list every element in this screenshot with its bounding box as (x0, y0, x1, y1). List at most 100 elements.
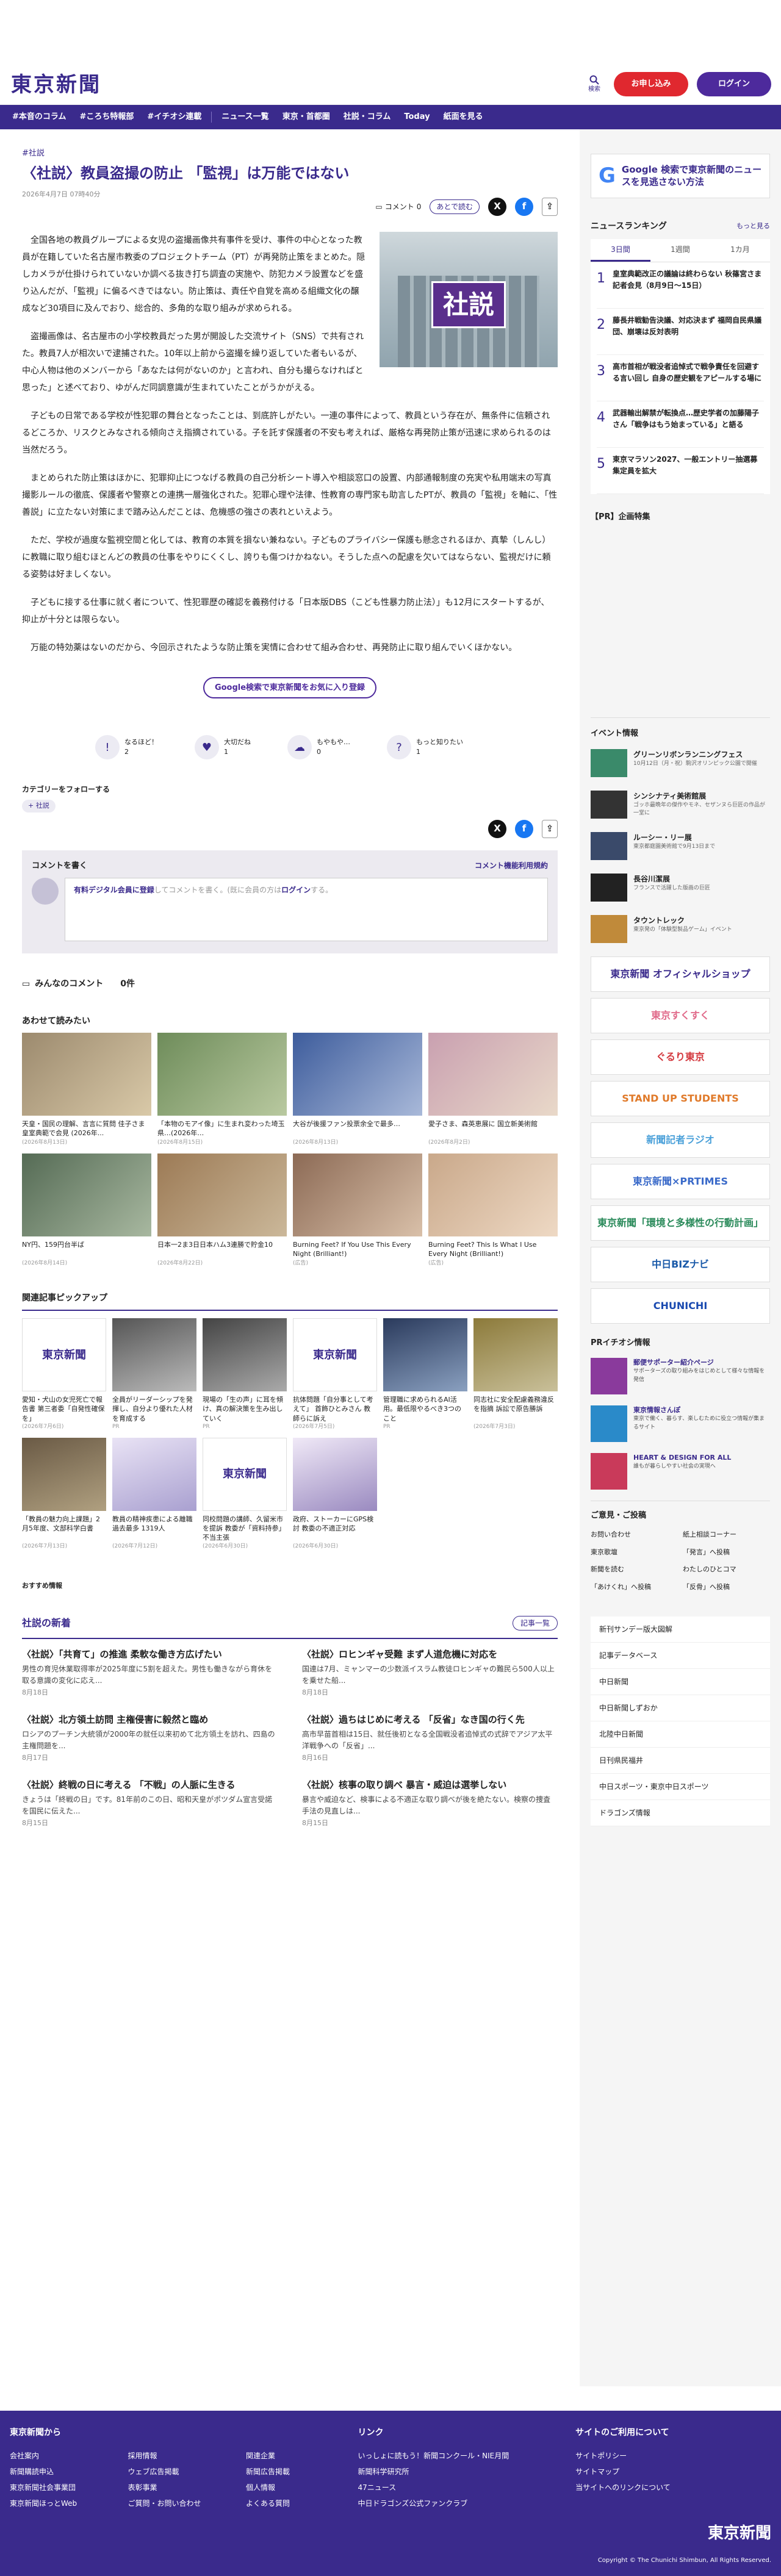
pr-pick-item[interactable]: 郵便サポーター紹介ページ サポーターズの取り組みをはじめとして様々な情報を発信 (591, 1357, 770, 1394)
editorial-item[interactable]: 〈社説〉「共育て」の推進 柔軟な働き方広げたい 男性の育児休業取得率が2025年度… (22, 1648, 278, 1698)
tab-1month[interactable]: 1カ月 (710, 239, 770, 262)
ranking-item[interactable]: 1 皇室典範改正の議論は終わらない 秋篠宮さま記者会見（8月9日〜15日） (597, 262, 764, 309)
footer-link[interactable]: サイトポリシー (575, 2450, 771, 2461)
footer-link[interactable]: 個人情報 (246, 2482, 358, 2493)
footer-link[interactable]: いっしょに読もう！新聞コンクール・NIE月間 (358, 2450, 576, 2461)
related-card[interactable]: 大谷が後援ファン投票余全で最多… (2026年8月13日) (293, 1033, 422, 1147)
nav-honne[interactable]: #本音のコラム (6, 105, 73, 129)
x-share-icon[interactable]: X (488, 819, 506, 838)
opinion-link[interactable]: 「反骨」へ投稿 (683, 1582, 770, 1593)
pickup-card[interactable]: 東京新聞 愛知・犬山の女児死亡で報告書 第三者委「自発性確保を」 (2026年7月6… (22, 1318, 106, 1432)
nav-news-list[interactable]: ニュース一覧 (215, 105, 275, 129)
editorial-more-link[interactable]: 記事一覧 (512, 1615, 558, 1631)
footer-link[interactable]: 47ニュース (358, 2482, 576, 2493)
banner[interactable]: 東京新聞「環境と多様性の行動計画」 (591, 1205, 770, 1241)
footer-link[interactable]: 採用情報 (128, 2450, 240, 2461)
footer-link[interactable]: サイトマップ (575, 2466, 771, 2477)
footer-link[interactable]: 東京新聞社会事業団 (10, 2482, 122, 2493)
breadcrumb[interactable]: #社説 (22, 148, 558, 160)
event-item[interactable]: シンシナティ美術館展 ゴッホ最晩年の傑作やモネ、セザンヌら巨匠の作品が一堂に (591, 791, 770, 819)
side-link[interactable]: 中日新聞しずおか (591, 1695, 770, 1721)
opinion-link[interactable]: 新聞を読む (591, 1565, 678, 1575)
ranking-item[interactable]: 5 東京マラソン2027、一般エントリー抽選募集定員を拡大 (597, 448, 764, 494)
side-link[interactable]: 記事データベース (591, 1643, 770, 1669)
editorial-item[interactable]: 〈社説〉北方領土訪問 主権侵害に毅然と臨め ロシアのプーチン大統領が2000年の就… (22, 1713, 278, 1763)
comment-rules-link[interactable]: コメント機能利用規約 (475, 860, 548, 872)
opinion-link[interactable]: わたしのひとコマ (683, 1565, 770, 1575)
footer-link[interactable]: 関連企業 (246, 2450, 358, 2461)
banner[interactable]: 東京新聞×PRTIMES (591, 1164, 770, 1199)
google-banner[interactable]: G Google 検索で東京新聞のニュースを見逃さない方法 (591, 154, 770, 198)
ranking-item[interactable]: 2 藤長井戦勧告決議、対応決まず 福岡自民県議団、崩壊は反対表明 (597, 309, 764, 355)
opinion-link[interactable]: 紙上相談コーナー (683, 1530, 770, 1540)
pickup-card[interactable]: 政府、ストーカーにGPS検討 教委の不適正対応 (2026年6月30日) (293, 1437, 377, 1551)
banner[interactable]: 新聞記者ラジオ (591, 1122, 770, 1158)
google-favorite-button[interactable]: Google検索で東京新聞をお気に入り登録 (203, 676, 376, 699)
reaction-motto[interactable]: ? もっと知りたい 1 (387, 735, 463, 760)
footer-link[interactable]: 表彰事業 (128, 2482, 240, 2493)
nav-tokyo[interactable]: 東京・首都圏 (276, 105, 336, 129)
footer-logo[interactable]: 東京新聞 (708, 2522, 771, 2546)
event-item[interactable]: グリーンリボンランニングフェス 10月12日（月・祝）駒沢オリンピック公園で開催 (591, 749, 770, 777)
register-link[interactable]: 有料デジタル会員に登録 (74, 886, 154, 894)
pickup-card[interactable]: 東京新聞 抗体問題「自分事として考えて」 首飾ひとみさん 教師らに訴え (2026年… (293, 1318, 377, 1432)
ranking-item[interactable]: 4 武器輸出解禁が転換点…歴史学者の加藤陽子さん「戦争はもう始まっている」と語る (597, 401, 764, 448)
side-link[interactable]: 北陸中日新聞 (591, 1721, 770, 1748)
pickup-card[interactable]: 現場の「生の声」に耳を傾け、真の解決策を生み出していく PR (203, 1318, 287, 1432)
editorial-item[interactable]: 〈社説〉ロヒンギャ受難 まず人道危機に対応を 国連は7月、ミャンマーの少数派イスラ… (302, 1648, 558, 1698)
related-card[interactable]: 愛子さま、森英恵展に 国立新美術館 (2026年8月2日) (428, 1033, 558, 1147)
pr-pick-item[interactable]: HEART & DESIGN FOR ALL 誰もが暮らしやすい社会の実現へ (591, 1452, 770, 1490)
nav-today[interactable]: Today (398, 105, 436, 129)
pickup-card[interactable]: 管理職に求められるAI活用。最低限やるべき3つのこと PR (383, 1318, 467, 1432)
x-share-icon[interactable]: X (488, 197, 506, 216)
footer-link[interactable]: ウェブ広告掲載 (128, 2466, 240, 2477)
pickup-card[interactable]: 「教員の魅力向上課題」2月5年度、文部科学白書 (2026年7月13日) (22, 1437, 106, 1551)
banner[interactable]: CHUNICHI (591, 1288, 770, 1324)
event-item[interactable]: 長谷川潔展 フランスで活躍した版画の巨匠 (591, 874, 770, 902)
reaction-naruhodo[interactable]: ! なるほど！ 2 (95, 735, 158, 760)
footer-link[interactable]: 会社案内 (10, 2450, 122, 2461)
related-card[interactable]: NY円、159円台半ば (2026年8月14日) (22, 1153, 151, 1268)
share-icon[interactable]: ⇪ (542, 197, 558, 216)
side-link[interactable]: 中日新聞 (591, 1669, 770, 1695)
site-logo[interactable]: 東京新聞 (11, 70, 101, 101)
nav-paper[interactable]: 紙面を見る (437, 105, 489, 129)
footer-link[interactable]: 新聞広告掲載 (246, 2466, 358, 2477)
footer-link[interactable]: よくある質問 (246, 2498, 358, 2509)
side-link[interactable]: 日刊県民福井 (591, 1748, 770, 1774)
tab-1week[interactable]: 1週間 (650, 239, 710, 262)
banner[interactable]: 東京すくすく (591, 998, 770, 1033)
facebook-share-icon[interactable]: f (515, 819, 533, 838)
facebook-share-icon[interactable]: f (515, 197, 533, 216)
banner[interactable]: STAND UP STUDENTS (591, 1081, 770, 1116)
banner[interactable]: 中日BIZナビ (591, 1247, 770, 1282)
related-card[interactable]: 天皇・国民の理解、言言に質問 佳子さま皇室典範で会見 (2026年... (202… (22, 1033, 151, 1147)
comment-textarea[interactable]: 有料デジタル会員に登録してコメントを書く。(既に会員の方はログインする。 (65, 878, 548, 942)
editorial-item[interactable]: 〈社説〉過ちはじめに考える 「反省」なき国の行く先 高市早苗首相は15日、就任後初… (302, 1713, 558, 1763)
logo[interactable]: 東京新聞 (11, 70, 101, 101)
related-card[interactable]: Burning Feet? If You Use This Every Nigh… (293, 1153, 422, 1268)
footer-link[interactable]: 新聞科学研究所 (358, 2466, 576, 2477)
related-card[interactable]: 日本一2ま3日日本ハム3連勝で貯金10 (2026年8月22日) (157, 1153, 287, 1268)
tab-3days[interactable]: 3日間 (591, 239, 650, 262)
share-icon[interactable]: ⇪ (542, 819, 558, 838)
footer-link[interactable]: 当サイトへのリンクについて (575, 2482, 771, 2493)
event-item[interactable]: ルーシー・リー展 東京都庭園美術館で9月13日まで (591, 832, 770, 860)
reaction-moyamoya[interactable]: ☁ もやもや… 0 (287, 735, 350, 760)
read-later-button[interactable]: あとで読む (430, 199, 480, 214)
pickup-card[interactable]: 東京新聞 同校問題の講師、久留米市を提訴 教委が「資料持参」不当主張 (2026年6… (203, 1437, 287, 1551)
footer-link[interactable]: 新聞購読申込 (10, 2466, 122, 2477)
banner[interactable]: 東京新聞 オフィシャルショップ (591, 956, 770, 992)
login-button[interactable]: ログイン (697, 72, 771, 96)
footer-link[interactable]: ご質問・お問い合わせ (128, 2498, 240, 2509)
event-item[interactable]: タウントレック 東京発の「体験型製品ゲーム」イベント (591, 915, 770, 943)
opinion-link[interactable]: 東京歌壇 (591, 1548, 678, 1558)
opinion-link[interactable]: 「発言」へ投稿 (683, 1548, 770, 1558)
opinion-link[interactable]: 「あけくれ」へ投稿 (591, 1582, 678, 1593)
side-link[interactable]: 新刊サンデー版大図解 (591, 1616, 770, 1643)
pickup-card[interactable]: 同志社に安全配慮義務違反を指摘 訴訟で原告勝訴 (2026年7月3日) (473, 1318, 558, 1432)
nav-editorial[interactable]: 社説・コラム (337, 105, 397, 129)
side-link[interactable]: 中日スポーツ・東京中日スポーツ (591, 1774, 770, 1800)
editorial-item[interactable]: 〈社説〉核事の取り調べ 暴言・威迫は選挙しない 暴言や威迫など、検事による不適正な… (302, 1778, 558, 1829)
footer-link[interactable]: 東京新聞ほっとWeb (10, 2498, 122, 2509)
